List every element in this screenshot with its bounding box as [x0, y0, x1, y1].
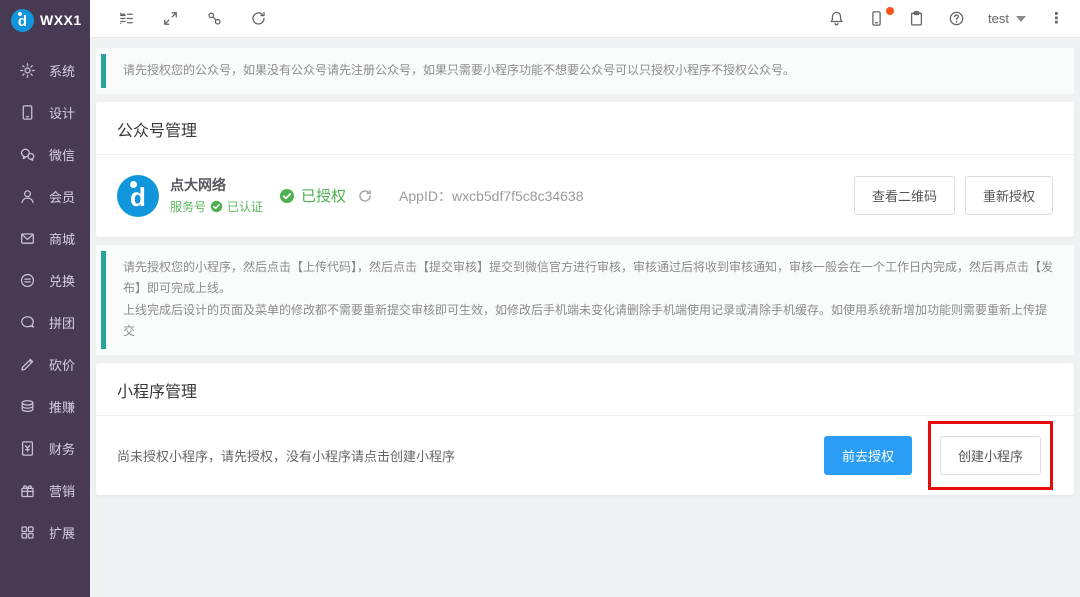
sidebar-item-label: 兑换: [49, 271, 75, 290]
page-content: 请先授权您的公众号，如果没有公众号请先注册公众号，如果只需要小程序功能不想要公众…: [90, 38, 1080, 597]
app-title: WXX1: [40, 12, 82, 28]
sidebar-item-label: 扩展: [49, 523, 75, 542]
sidebar-item-exchange[interactable]: 兑换: [0, 259, 90, 301]
notice-line-2: 上线完成后设计的页面及菜单的修改都不需要重新提交审核即可生效，如修改后手机端未变…: [123, 300, 1058, 343]
notification-dot: [886, 7, 894, 15]
appid-value: wxcb5df7f5c8c34638: [452, 188, 584, 204]
user-menu[interactable]: test: [988, 11, 1026, 26]
sidebar-item-label: 商城: [49, 229, 75, 248]
sidebar-item-marketing[interactable]: 营销: [0, 469, 90, 511]
official-account-actions: 查看二维码 重新授权: [854, 176, 1053, 215]
main-area: test ⋮ 请先授权您的公众号，如果没有公众号请先注册公众号，如果只需要小程序…: [90, 0, 1080, 597]
sidebar-item-design[interactable]: 设计: [0, 91, 90, 133]
sidebar-item-label: 设计: [49, 103, 75, 122]
notice-line-1: 请先授权您的小程序，然后点击【上传代码】，然后点击【提交审核】提交到微信官方进行…: [123, 257, 1058, 300]
mobile-preview-button[interactable]: [868, 10, 885, 27]
sidebar-item-finance[interactable]: 财务: [0, 427, 90, 469]
account-type-badge: 服务号: [170, 198, 206, 215]
sidebar-item-mall[interactable]: 商城: [0, 217, 90, 259]
toolbar-right-group: test ⋮: [828, 10, 1064, 27]
sidebar-item-label: 砍价: [49, 355, 75, 374]
official-account-card: 公众号管理 d 点大网络 服务号 已认证: [96, 102, 1074, 237]
account-avatar: d: [117, 175, 159, 217]
pencil-slash-icon: [19, 356, 36, 373]
notice-text: 请先授权您的公众号，如果没有公众号请先注册公众号，如果只需要小程序功能不想要公众…: [123, 63, 795, 77]
official-account-body: d 点大网络 服务号 已认证 已授权: [96, 155, 1074, 237]
reauthorize-button[interactable]: 重新授权: [965, 176, 1053, 215]
sidebar-item-label: 营销: [49, 481, 75, 500]
mini-program-hint: 尚未授权小程序，请先授权，没有小程序请点击创建小程序: [117, 446, 824, 465]
go-authorize-button[interactable]: 前去授权: [824, 436, 912, 475]
app-logo[interactable]: d WXX1: [0, 0, 90, 40]
sidebar-item-label: 推赚: [49, 397, 75, 416]
tablet-icon: [19, 104, 36, 121]
sidebar-item-label: 系统: [49, 61, 75, 80]
mini-program-notice: 请先授权您的小程序，然后点击【上传代码】，然后点击【提交审核】提交到微信官方进行…: [96, 245, 1074, 355]
fullscreen-icon[interactable]: [162, 10, 179, 27]
sidebar-item-bargain[interactable]: 砍价: [0, 343, 90, 385]
refresh-icon[interactable]: [250, 10, 267, 27]
sidebar-item-label: 拼团: [49, 313, 75, 332]
section-title-mini-program: 小程序管理: [96, 363, 1074, 416]
link-icon[interactable]: [206, 10, 223, 27]
coin-icon: [19, 272, 36, 289]
sidebar-item-system[interactable]: 系统: [0, 49, 90, 91]
sidebar-item-extensions[interactable]: 扩展: [0, 511, 90, 553]
toolbar-left-group: [118, 10, 267, 27]
authorized-check-icon: [279, 188, 295, 204]
account-badges: 服务号 已认证: [170, 198, 263, 215]
verified-badge: 已认证: [227, 198, 263, 215]
mini-program-actions: 前去授权 创建小程序: [824, 436, 1053, 475]
sidebar-item-label: 微信: [49, 145, 75, 164]
wechat-icon: [19, 146, 36, 163]
more-menu-icon[interactable]: ⋮: [1049, 11, 1064, 26]
mini-program-card: 小程序管理 尚未授权小程序，请先授权，没有小程序请点击创建小程序 前去授权 创建…: [96, 363, 1074, 495]
help-icon[interactable]: [948, 10, 965, 27]
coins-stack-icon: [19, 398, 36, 415]
view-qrcode-button[interactable]: 查看二维码: [854, 176, 955, 215]
auth-status-badge: 已授权: [279, 185, 346, 206]
username: test: [988, 11, 1009, 26]
brand-logo-icon: d: [11, 9, 34, 32]
sidebar-menu: 系统 设计 微信 会员 商城 兑换: [0, 40, 90, 553]
bell-icon[interactable]: [828, 10, 845, 27]
gift-icon: [19, 482, 36, 499]
red-annotation-box: 创建小程序: [928, 421, 1053, 490]
auth-status-text: 已授权: [301, 185, 346, 206]
verified-check-icon: [210, 200, 223, 213]
phone-icon: [868, 10, 885, 27]
invoice-icon: [19, 440, 36, 457]
envelope-icon: [19, 230, 36, 247]
chevron-down-icon: [1016, 16, 1026, 22]
gear-icon: [19, 62, 36, 79]
sidebar-item-label: 会员: [49, 187, 75, 206]
sidebar-item-groupbuy[interactable]: 拼团: [0, 301, 90, 343]
person-icon: [19, 188, 36, 205]
section-title-official-account: 公众号管理: [96, 102, 1074, 155]
top-toolbar: test ⋮: [90, 0, 1080, 38]
sidebar-item-promote[interactable]: 推赚: [0, 385, 90, 427]
official-account-info: d 点大网络 服务号 已认证 已授权: [117, 175, 854, 217]
grid-icon: [19, 524, 36, 541]
sidebar-item-label: 财务: [49, 439, 75, 458]
account-name: 点大网络: [170, 176, 263, 196]
account-meta: 点大网络 服务号 已认证: [170, 176, 263, 215]
official-account-notice: 请先授权您的公众号，如果没有公众号请先注册公众号，如果只需要小程序功能不想要公众…: [96, 48, 1074, 94]
app-window: d WXX1 系统 设计 微信 会员 商城: [0, 0, 1080, 597]
mini-program-body: 尚未授权小程序，请先授权，没有小程序请点击创建小程序 前去授权 创建小程序: [96, 416, 1074, 495]
sidebar-item-members[interactable]: 会员: [0, 175, 90, 217]
collapse-sidebar-icon[interactable]: [118, 10, 135, 27]
appid-text: AppID：wxcb5df7f5c8c34638: [399, 186, 583, 206]
create-mini-program-button[interactable]: 创建小程序: [940, 436, 1041, 475]
refresh-auth-icon[interactable]: [357, 188, 373, 204]
sidebar: d WXX1 系统 设计 微信 会员 商城: [0, 0, 90, 597]
speech-bubble-icon: [19, 314, 36, 331]
clipboard-icon[interactable]: [908, 10, 925, 27]
sidebar-item-wechat[interactable]: 微信: [0, 133, 90, 175]
